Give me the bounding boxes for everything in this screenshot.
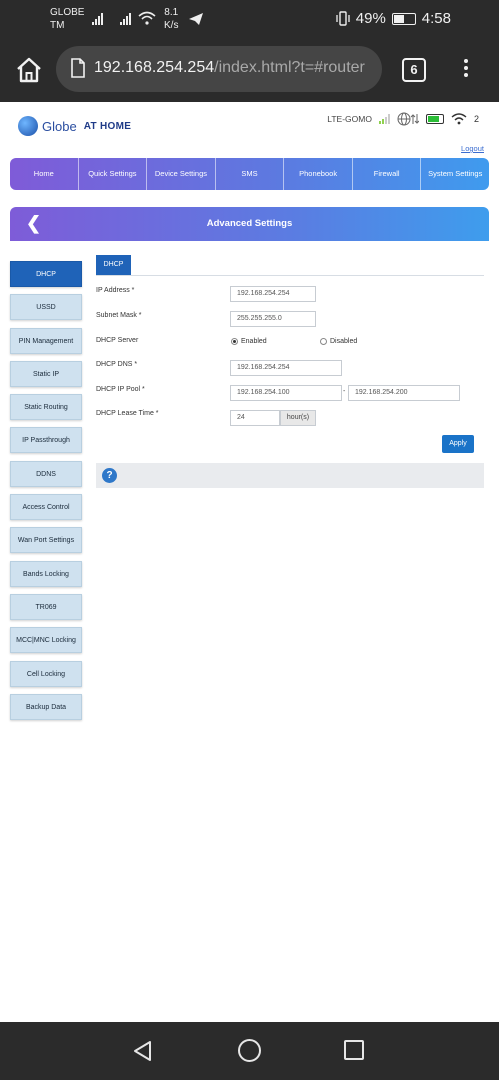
tab-dhcp[interactable]: DHCP xyxy=(96,255,131,275)
lease-time-unit: hour(s) xyxy=(280,410,316,426)
dhcp-ip-pool-label: DHCP IP Pool * xyxy=(96,386,145,393)
dhcp-lease-time-label: DHCP Lease Time * xyxy=(96,410,159,417)
sidebar-item-mcc-mnc-locking[interactable]: MCC|MNC Locking xyxy=(10,627,82,654)
home-icon[interactable] xyxy=(14,56,44,84)
system-nav-bar xyxy=(0,1022,499,1080)
status-bar: GLOBE TM 8.1 K/s 49% 4:58 xyxy=(0,0,499,38)
browser-toolbar: 192.168.254.254/index.html?t=#router 6 xyxy=(0,38,499,102)
nav-sms[interactable]: SMS xyxy=(216,158,285,190)
sidebar-item-tr069[interactable]: TR069 xyxy=(10,593,82,620)
sidebar-item-ussd[interactable]: USSD xyxy=(10,294,82,321)
sidebar-item-static-ip[interactable]: Static IP xyxy=(10,360,82,387)
network-operator: LTE-GOMO xyxy=(327,114,372,124)
back-icon[interactable] xyxy=(132,1040,154,1062)
sidebar: DHCP USSD PIN Management Static IP Stati… xyxy=(10,261,82,727)
sidebar-item-dhcp[interactable]: DHCP xyxy=(10,261,82,287)
page-icon xyxy=(71,58,85,78)
dhcp-pool-end-field[interactable]: 192.168.254.200 xyxy=(348,385,460,401)
main-nav: Home Quick Settings Device Settings SMS … xyxy=(10,158,489,190)
battery-icon xyxy=(391,12,416,25)
dhcp-dns-field[interactable]: 192.168.254.254 xyxy=(230,360,342,376)
nav-home[interactable]: Home xyxy=(10,158,79,190)
network-speed: 8.1 K/s xyxy=(164,7,179,31)
dhcp-dns-label: DHCP DNS * xyxy=(96,361,138,368)
ip-address-label: IP Address * xyxy=(96,287,135,294)
url-text[interactable]: 192.168.254.254/index.html?t=#router xyxy=(94,59,365,77)
nav-phonebook[interactable]: Phonebook xyxy=(284,158,353,190)
dhcp-pool-start-field[interactable]: 192.168.254.100 xyxy=(230,385,342,401)
nav-firewall[interactable]: Firewall xyxy=(353,158,422,190)
nav-system-settings[interactable]: System Settings xyxy=(421,158,489,190)
sidebar-item-backup-data[interactable]: Backup Data xyxy=(10,693,82,720)
tab-divider xyxy=(96,275,484,276)
wifi-icon xyxy=(138,11,156,25)
pool-separator: - xyxy=(343,388,346,395)
sidebar-item-wan-port-settings[interactable]: Wan Port Settings xyxy=(10,527,82,554)
sidebar-item-access-control[interactable]: Access Control xyxy=(10,494,82,521)
wifi-icon xyxy=(451,113,467,125)
apply-button[interactable]: Apply xyxy=(442,435,474,453)
subnet-mask-field[interactable]: 255.255.255.0 xyxy=(230,311,316,327)
help-icon[interactable]: ? xyxy=(102,468,117,483)
roaming-globe-icon xyxy=(397,112,419,126)
sidebar-item-ip-passthrough[interactable]: IP Passthrough xyxy=(10,427,82,454)
page-title-bar: ❮ Advanced Settings xyxy=(10,207,489,241)
clock: 4:58 xyxy=(421,10,451,27)
address-bar[interactable]: 192.168.254.254/index.html?t=#router xyxy=(56,46,382,92)
recents-icon[interactable] xyxy=(344,1040,364,1060)
vibrate-icon xyxy=(336,10,350,26)
page-title: Advanced Settings xyxy=(206,218,293,229)
signal-icon-2 xyxy=(120,13,131,25)
overflow-menu-icon[interactable] xyxy=(456,56,476,84)
ip-address-field[interactable]: 192.168.254.254 xyxy=(230,286,316,302)
sidebar-item-cell-locking[interactable]: Cell Locking xyxy=(10,660,82,687)
help-bar: ? xyxy=(96,463,484,488)
wifi-client-count: 2 xyxy=(473,114,479,124)
subnet-mask-label: Subnet Mask * xyxy=(96,312,142,319)
sidebar-item-bands-locking[interactable]: Bands Locking xyxy=(10,560,82,587)
logout-link[interactable]: Logout xyxy=(461,144,484,153)
sidebar-item-ddns[interactable]: DDNS xyxy=(10,460,82,487)
nav-quick-settings[interactable]: Quick Settings xyxy=(79,158,148,190)
carrier-name: GLOBE TM xyxy=(50,7,85,31)
globe-logo-icon xyxy=(18,116,38,136)
dhcp-enabled-radio[interactable]: Enabled xyxy=(231,338,267,345)
signal-strength-icon xyxy=(378,114,390,124)
router-battery-icon xyxy=(425,114,444,124)
nav-device-settings[interactable]: Device Settings xyxy=(147,158,216,190)
telegram-icon xyxy=(189,13,203,25)
sidebar-item-static-routing[interactable]: Static Routing xyxy=(10,394,82,421)
radio-checked-icon xyxy=(231,338,238,345)
sidebar-item-pin-management[interactable]: PIN Management xyxy=(10,327,82,354)
dhcp-server-label: DHCP Server xyxy=(96,337,139,344)
status-right: 49% 4:58 xyxy=(336,10,451,27)
globe-logo[interactable]: Globe AT HOME xyxy=(18,116,131,136)
radio-unchecked-icon xyxy=(320,338,327,345)
lease-time-field[interactable]: 24 xyxy=(230,410,280,426)
tab-switcher-button[interactable]: 6 xyxy=(402,58,426,82)
network-status: LTE-GOMO 2 xyxy=(327,112,479,126)
router-page: Globe AT HOME LTE-GOMO 2 Logout Home Qui… xyxy=(0,102,499,1022)
home-circle-icon[interactable] xyxy=(238,1039,261,1062)
battery-percent: 49% xyxy=(355,10,386,27)
dhcp-disabled-radio[interactable]: Disabled xyxy=(320,338,357,345)
signal-icon xyxy=(92,13,103,25)
